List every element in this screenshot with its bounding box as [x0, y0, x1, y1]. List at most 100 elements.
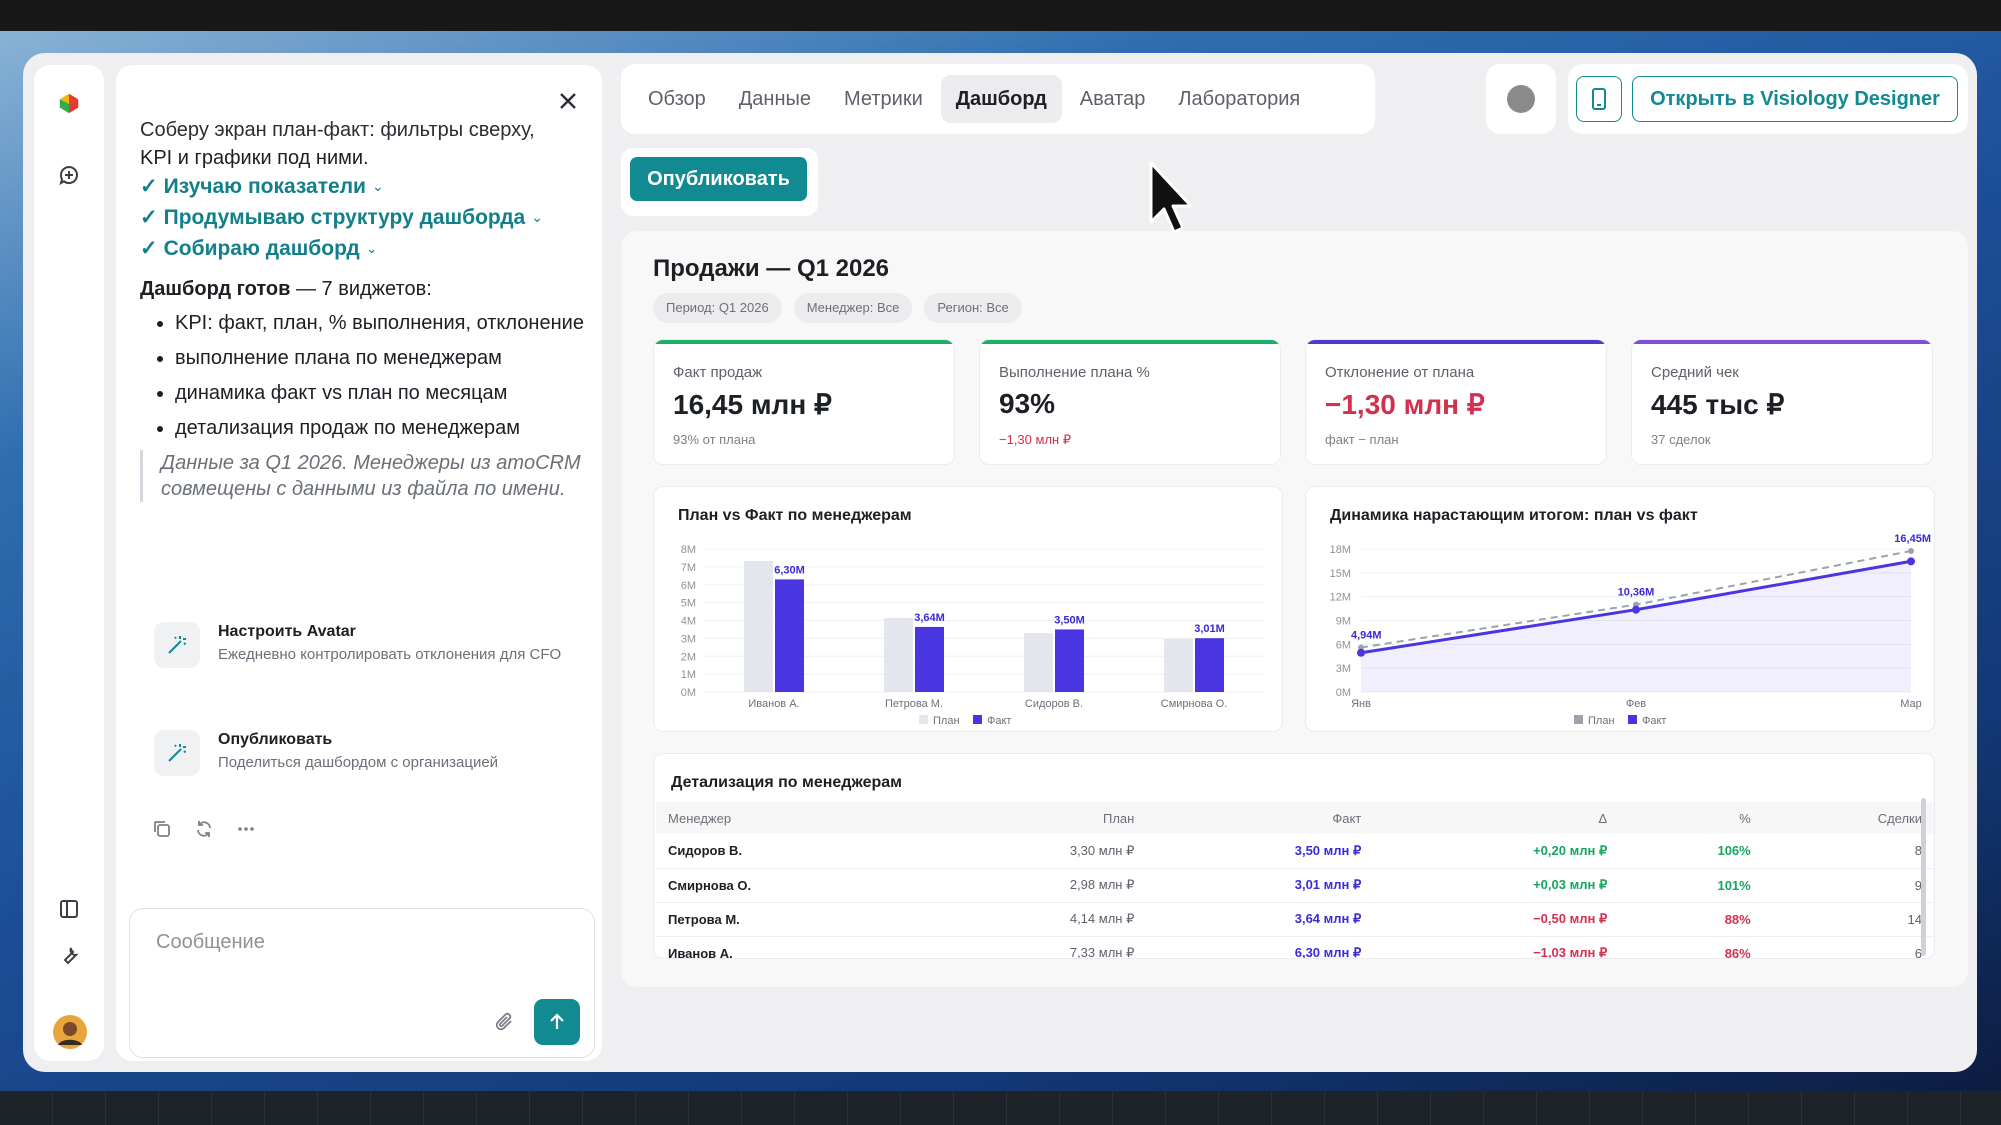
assistant-chat-panel: Соберу экран план-факт: фильтры сверху, … [116, 65, 602, 1061]
chart-title: Динамика нарастающим итогом: план vs фак… [1330, 507, 1698, 524]
column-header[interactable]: Менеджер [656, 802, 925, 834]
table-row[interactable]: Иванов А. 7,33 млн ₽6,30 млн ₽ −1,03 млн ₽… [656, 936, 1934, 958]
suggestion-configure-avatar[interactable]: Настроить Avatar Ежедневно контролировать… [154, 622, 574, 668]
tab-laboratory[interactable]: Лаборатория [1163, 75, 1315, 123]
bar-fact [1055, 629, 1084, 692]
arrow-up-icon [550, 1013, 564, 1029]
table-scrollbar[interactable] [1921, 798, 1926, 956]
chart-title: План vs Факт по менеджерам [678, 507, 912, 524]
tab-metrics[interactable]: Метрики [829, 75, 938, 123]
data-label: 3,64M [914, 612, 945, 624]
step-label: Собираю дашборд [163, 237, 360, 260]
close-icon [560, 93, 576, 109]
kpi-label: Факт продаж [673, 364, 763, 381]
table-cell: 9 [1762, 868, 1934, 903]
kpi-accent-bar [1306, 340, 1606, 344]
filter-manager[interactable]: Менеджер: Все [793, 293, 913, 323]
kpi-value: 93% [999, 388, 1056, 419]
table-cell: 106% [1619, 834, 1763, 869]
bar-fact [915, 626, 944, 692]
app-logo-icon[interactable] [57, 91, 81, 115]
table-row[interactable]: Сидоров В. 3,30 млн ₽3,50 млн ₽ +0,20 млн … [656, 834, 1934, 869]
tab-avatar[interactable]: Аватар [1065, 75, 1161, 123]
suggestion-desc: Ежедневно контролировать отклонения для … [218, 646, 562, 663]
y-tick-label: 1M [681, 669, 696, 681]
ready-rest: — 7 виджетов: [290, 278, 432, 300]
table-cell: 3,50 млн ₽ [1146, 834, 1374, 869]
wrench-icon[interactable] [57, 943, 81, 967]
chevron-down-icon: ⌄ [365, 240, 378, 256]
column-header[interactable]: Факт [1146, 802, 1374, 834]
publish-button[interactable]: Опубликовать [630, 157, 807, 201]
y-tick-label: 0M [681, 687, 696, 699]
copy-icon[interactable] [150, 817, 174, 841]
plan-point [1908, 547, 1914, 554]
fact-area [1361, 561, 1911, 692]
step-item[interactable]: ✓ Изучаю показатели ⌄ [140, 171, 590, 202]
mobile-preview-button[interactable] [1576, 76, 1622, 122]
suggestion-publish[interactable]: Опубликовать Поделиться дашбордом с орган… [154, 730, 574, 776]
close-chat-button[interactable] [556, 89, 580, 113]
table-cell: Сидоров В. [656, 834, 925, 869]
table-row[interactable]: Петрова М. 4,14 млн ₽3,64 млн ₽ −0,50 млн … [656, 902, 1934, 937]
bar-plan [1024, 633, 1053, 692]
bar-plan [884, 617, 913, 692]
sidebar-toggle-icon[interactable] [57, 897, 81, 921]
legend-label: План [1588, 715, 1615, 727]
new-chat-icon[interactable] [57, 163, 81, 187]
table-cell: 101% [1619, 868, 1763, 903]
kpi-value: 16,45 млн ₽ [673, 389, 832, 420]
suggestion-desc: Поделиться дашбордом с организацией [218, 754, 499, 771]
legend-label: План [933, 715, 960, 727]
bar-fact [1195, 638, 1224, 692]
tab-dashboard[interactable]: Дашборд [940, 75, 1062, 123]
legend-swatch [1628, 715, 1637, 724]
dashboard-title: Продажи — Q1 2026 [653, 255, 890, 282]
message-input-placeholder[interactable]: Сообщение [156, 931, 265, 954]
table-cell: +0,20 млн ₽ [1373, 834, 1620, 869]
column-header[interactable]: Δ [1373, 802, 1620, 834]
tab-data[interactable]: Данные [724, 75, 826, 123]
filter-region[interactable]: Регион: Все [924, 293, 1022, 323]
tab-overview[interactable]: Обзор [633, 75, 721, 123]
legend-label: Факт [1642, 715, 1666, 727]
attach-icon[interactable] [494, 1011, 516, 1033]
kpi-label: Отклонение от плана [1325, 364, 1475, 381]
step-item[interactable]: ✓ Собираю дашборд ⌄ [140, 233, 590, 264]
user-avatar[interactable] [53, 1015, 87, 1049]
kpi-value: 445 тыс ₽ [1651, 389, 1785, 420]
kpi-label: Средний чек [1651, 364, 1739, 381]
status-indicator-box[interactable] [1486, 64, 1556, 134]
data-label: 16,45M [1894, 533, 1931, 545]
column-header[interactable]: План [924, 802, 1147, 834]
kpi-subtext: 93% от плана [673, 432, 756, 447]
regenerate-icon[interactable] [192, 817, 216, 841]
open-in-designer-button[interactable]: Открыть в Visiology Designer [1632, 76, 1958, 122]
more-icon[interactable] [234, 817, 258, 841]
table-cell: 88% [1619, 902, 1763, 937]
y-tick-label: 12M [1330, 592, 1351, 604]
y-tick-label: 6M [1336, 639, 1351, 651]
table-cell: 14 [1762, 902, 1934, 937]
table-row[interactable]: Смирнова О. 2,98 млн ₽3,01 млн ₽ +0,03 млн… [656, 868, 1934, 903]
step-item[interactable]: ✓ Продумываю структуру дашборда ⌄ [140, 202, 590, 233]
table-cell: −1,03 млн ₽ [1373, 936, 1620, 958]
y-tick-label: 18M [1330, 544, 1351, 556]
data-label: 10,36M [1618, 587, 1655, 599]
main-tabs: Обзор Данные Метрики Дашборд Аватар Лабо… [621, 64, 1375, 134]
magic-wand-icon [154, 622, 200, 668]
data-note: Данные за Q1 2026. Менеджеры из amoCRM с… [140, 450, 590, 502]
table-cell: Петрова М. [656, 902, 925, 937]
dashboard-canvas: Продажи — Q1 2026 Период: Q1 2026 Менедж… [621, 231, 1968, 987]
table-cell: 6 [1762, 936, 1934, 958]
column-header[interactable]: % [1619, 802, 1763, 834]
ready-line: Дашборд готов — 7 виджетов: [140, 276, 590, 302]
column-header[interactable]: Сделки [1762, 802, 1934, 834]
x-tick-label: Фев [1626, 698, 1646, 710]
message-text: KPI и графики под ними. [140, 147, 369, 169]
x-tick-label: Мар [1900, 698, 1922, 710]
filter-period[interactable]: Период: Q1 2026 [653, 293, 782, 323]
message-composer[interactable]: Сообщение [129, 908, 595, 1058]
send-button[interactable] [534, 999, 580, 1045]
y-tick-label: 3M [681, 633, 696, 645]
